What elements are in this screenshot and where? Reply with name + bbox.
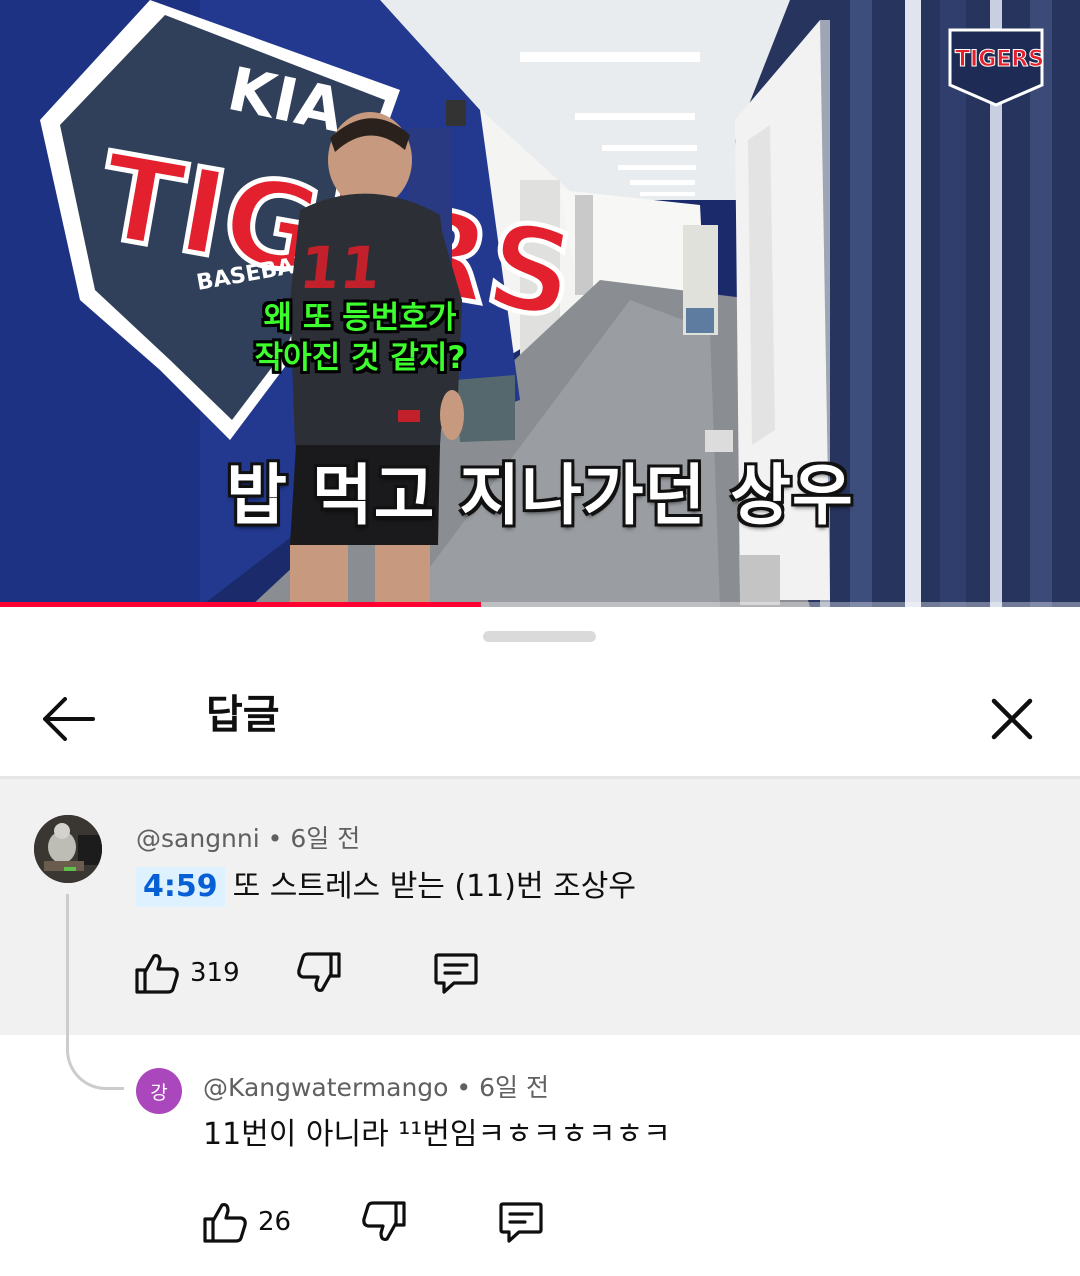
dislike-button[interactable] bbox=[361, 1199, 407, 1245]
comment-time: 6일 전 bbox=[290, 824, 361, 853]
reply-time: 6일 전 bbox=[479, 1073, 549, 1102]
drag-handle[interactable] bbox=[483, 631, 596, 642]
back-button[interactable] bbox=[32, 683, 104, 755]
svg-text:11: 11 bbox=[296, 234, 384, 302]
comment-meta: @sangnni • 6일 전 bbox=[136, 823, 360, 855]
meta-separator: • bbox=[456, 1073, 472, 1102]
thumbs-down-icon bbox=[296, 952, 341, 992]
dislike-button[interactable] bbox=[296, 950, 342, 996]
video-progress-bar[interactable] bbox=[0, 602, 1080, 607]
meta-separator: • bbox=[267, 824, 283, 853]
reply-button[interactable] bbox=[432, 949, 480, 997]
thumbs-down-icon bbox=[362, 1201, 406, 1241]
like-button[interactable]: 319 bbox=[134, 950, 240, 996]
comment-actions: 319 bbox=[134, 949, 480, 997]
user-avatar-image bbox=[34, 815, 102, 883]
comment-author[interactable]: @sangnni bbox=[136, 824, 260, 853]
arrow-left-icon bbox=[43, 697, 95, 741]
like-button[interactable]: 26 bbox=[202, 1199, 291, 1245]
reply-button[interactable] bbox=[497, 1198, 545, 1246]
subtitle-main: 밥 먹고 지나가던 상우 bbox=[226, 457, 854, 534]
sheet-title: 답글 bbox=[206, 692, 280, 738]
like-count: 319 bbox=[190, 958, 240, 988]
comment-text: 또 스트레스 받는 (11)번 조상우 bbox=[232, 869, 636, 904]
reply-meta: @Kangwatermango • 6일 전 bbox=[203, 1072, 549, 1104]
close-button[interactable] bbox=[976, 683, 1048, 755]
video-player[interactable]: KIA TIGERS BASEBALL CLUB 11 bbox=[0, 0, 1080, 607]
svg-text:TIGERS: TIGERS bbox=[955, 47, 1044, 72]
thread-connector bbox=[66, 894, 124, 1090]
comment-icon bbox=[434, 953, 478, 994]
thumbs-up-icon bbox=[203, 1203, 247, 1243]
timestamp-link[interactable]: 4:59 bbox=[136, 867, 225, 907]
like-count: 26 bbox=[258, 1207, 292, 1237]
comment-body: 4:59 또 스트레스 받는 (11)번 조상우 bbox=[136, 867, 636, 907]
replies-sheet: 답글 @sangnni • 6일 전 4:59 또 스트레스 받는 (11)번 … bbox=[0, 608, 1080, 1276]
reply-text: 11번이 아니라 ¹¹번임ㅋㅎㅋㅎㅋㅎㅋ bbox=[203, 1117, 671, 1152]
reply-author[interactable]: @Kangwatermango bbox=[203, 1073, 448, 1102]
reply-avatar[interactable]: 강 bbox=[136, 1068, 182, 1114]
reply-actions: 26 bbox=[202, 1198, 545, 1246]
subtitle-small-line1: 왜 또 등번호가 bbox=[263, 300, 457, 336]
parent-comment: @sangnni • 6일 전 4:59 또 스트레스 받는 (11)번 조상우 … bbox=[0, 779, 1080, 1035]
sheet-header: 답글 bbox=[0, 663, 1080, 778]
video-progress-fill bbox=[0, 602, 481, 607]
comment-icon bbox=[499, 1202, 543, 1243]
avatar[interactable] bbox=[34, 815, 102, 883]
thumbs-up-icon bbox=[135, 954, 179, 994]
subtitle-small-line2: 작아진 것 같지? bbox=[254, 340, 466, 376]
close-icon bbox=[991, 698, 1033, 740]
